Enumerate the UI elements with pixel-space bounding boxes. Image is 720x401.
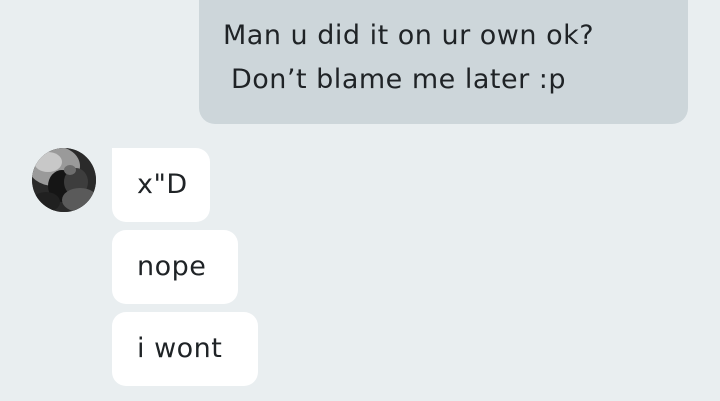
avatar[interactable]: [32, 148, 96, 212]
incoming-message-bubble[interactable]: nope: [112, 230, 238, 304]
incoming-message-text: nope: [137, 251, 207, 282]
outgoing-message-line: Don’t blame me later :p: [231, 64, 567, 95]
outgoing-message-bubble[interactable]: Man u did it on ur own ok? Don’t blame m…: [199, 0, 688, 124]
incoming-message-bubble[interactable]: x"D: [112, 148, 210, 222]
outgoing-message-line: Man u did it on ur own ok?: [223, 20, 595, 51]
incoming-message-text: i wont: [137, 333, 223, 364]
avatar-photo: [32, 148, 96, 212]
chat-thread: Man u did it on ur own ok? Don’t blame m…: [0, 0, 720, 401]
incoming-message-text: x"D: [137, 169, 188, 200]
incoming-message-bubble[interactable]: i wont: [112, 312, 258, 386]
